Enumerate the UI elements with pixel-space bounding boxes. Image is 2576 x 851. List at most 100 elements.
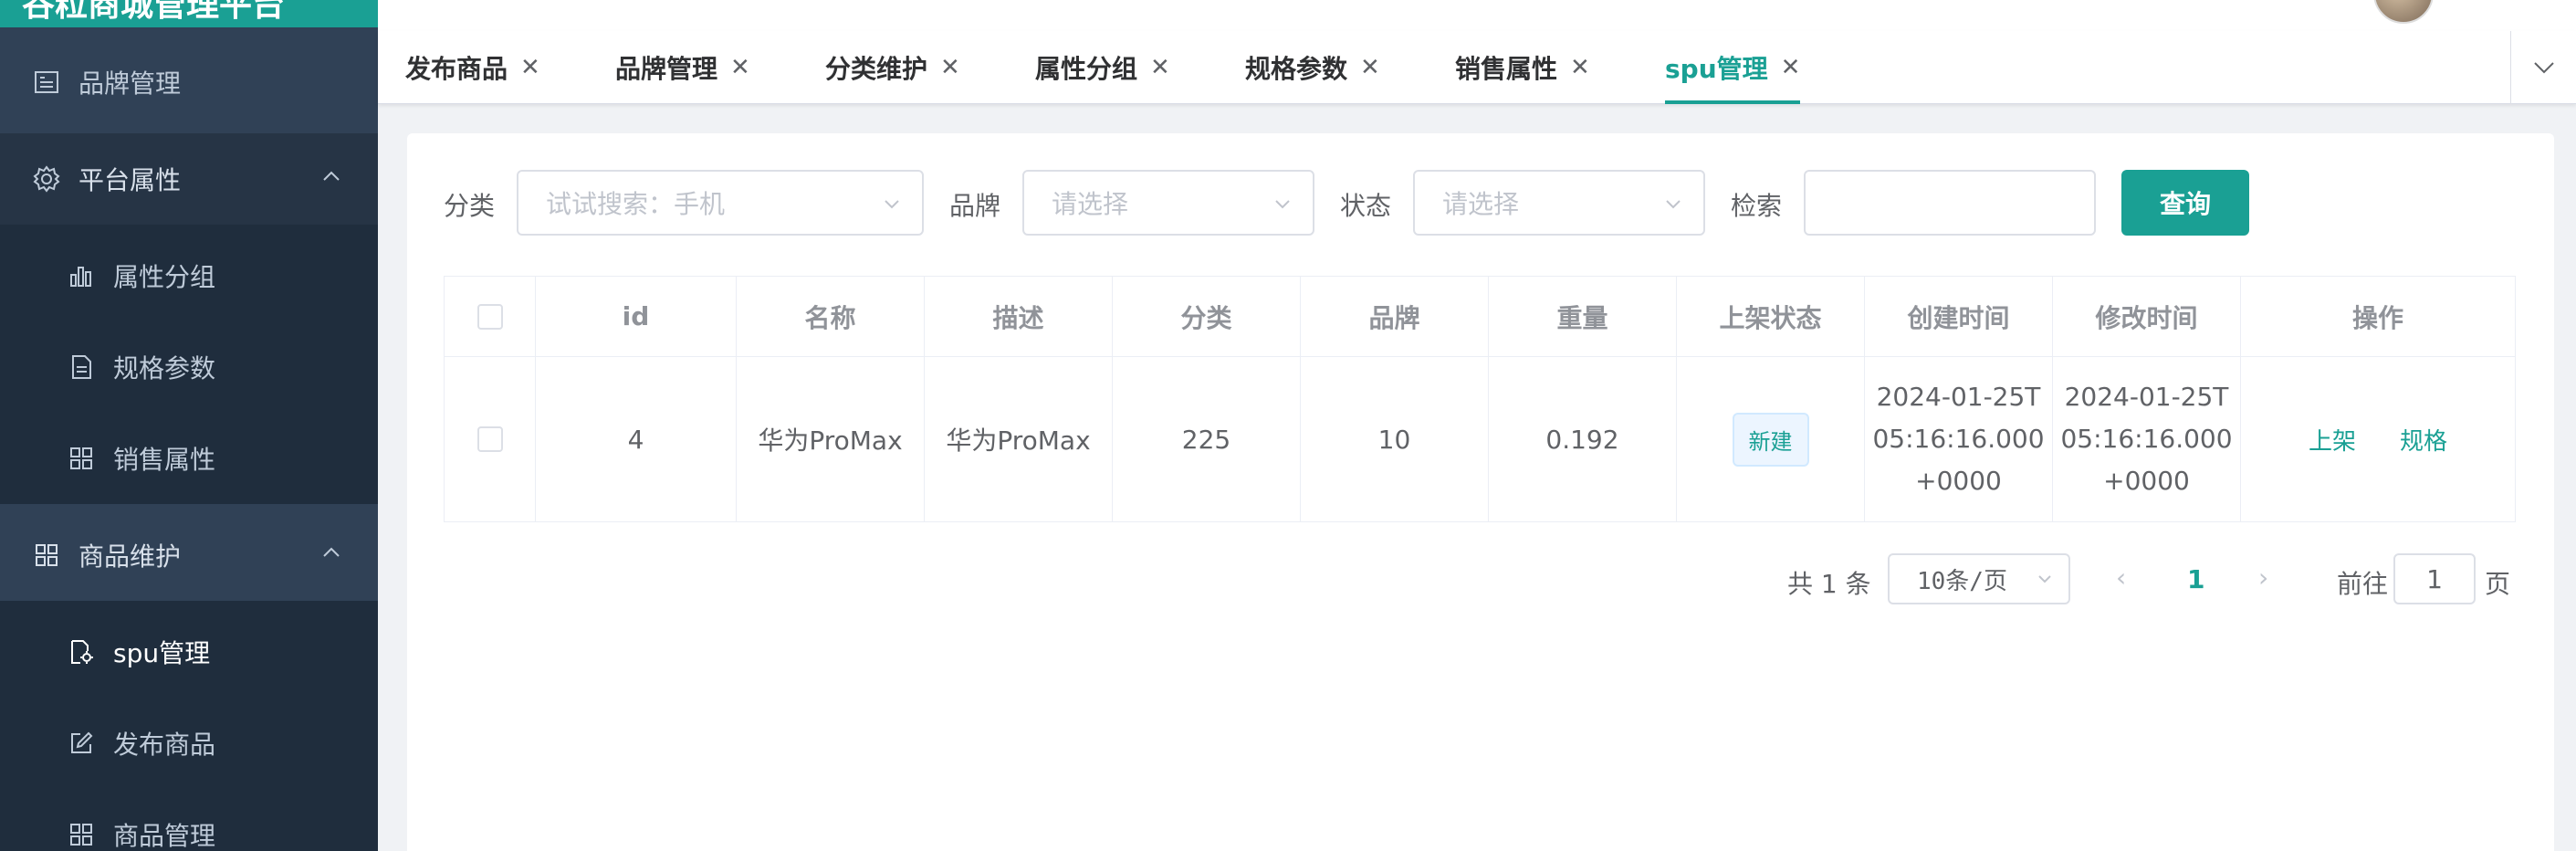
tab-spec-params[interactable]: 规格参数 ✕ [1245, 31, 1380, 104]
close-icon[interactable]: ✕ [1570, 54, 1590, 81]
column-header[interactable]: 上架状态 [1677, 277, 1865, 357]
cell-weight: 0.192 [1489, 357, 1677, 521]
sidebar-item-label: 平台属性 [79, 165, 182, 195]
select-all-checkbox[interactable] [476, 303, 503, 330]
column-header: 操作 [2241, 277, 2515, 357]
page-size-value: 10条/页 [1917, 567, 2007, 595]
cell-id: 4 [536, 357, 737, 521]
chevron-down-icon [2533, 62, 2554, 74]
cell-brand: 10 [1301, 357, 1489, 521]
chevron-down-icon [1666, 200, 1681, 209]
status-badge: 新建 [1732, 412, 1809, 467]
header-select-all [445, 277, 536, 357]
brand-icon [31, 67, 62, 98]
row-checkbox[interactable] [476, 426, 503, 452]
close-icon[interactable]: ✕ [940, 54, 960, 81]
tags-view: 发布商品 ✕ 品牌管理 ✕ 分类维护 ✕ 属性分组 ✕ 规格参数 ✕ 销售属性 … [378, 31, 2576, 104]
sidebar-item-product-maint[interactable]: 商品维护 [0, 510, 378, 601]
tab-label: 发布商品 [405, 54, 508, 84]
brand-select[interactable]: 请选择 [1022, 170, 1314, 236]
tabs-dropdown-button[interactable] [2510, 31, 2576, 104]
query-button[interactable]: 查询 [2121, 170, 2249, 236]
brand-bar: 谷粒商城管理平台 [0, 0, 378, 27]
chevron-up-icon [323, 547, 340, 557]
sidebar-item-label: 属性分组 [113, 262, 216, 292]
cell-modified: 2024-01-25T 05:16:16.000 +0000 [2053, 357, 2241, 521]
close-icon[interactable]: ✕ [730, 54, 750, 81]
tab-label: 属性分组 [1035, 54, 1138, 84]
cell-name: 华为ProMax [737, 357, 925, 521]
cell-created: 2024-01-25T 05:16:16.000 +0000 [1865, 357, 2053, 521]
tab-sales-attr[interactable]: 销售属性 ✕ [1455, 31, 1590, 104]
sidebar-item-sales-attr[interactable]: 销售属性 [0, 413, 378, 504]
tab-category-maint[interactable]: 分类维护 ✕ [825, 31, 960, 104]
status-label: 状态 [1340, 191, 1392, 221]
spu-table: id 名称 描述 分类 品牌 重量 上架状态 创建时间 修改时间 操作 4 华为… [444, 276, 2516, 522]
column-header[interactable]: 名称 [737, 277, 925, 357]
grid-icon [31, 540, 62, 571]
sidebar-item-spec-params[interactable]: 规格参数 [0, 321, 378, 413]
close-icon[interactable]: ✕ [520, 54, 540, 81]
page-size-select[interactable]: 10条/页 [1888, 553, 2070, 604]
sidebar-item-brand[interactable]: 品牌管理 [0, 37, 378, 128]
sidebar-item-platform-attr[interactable]: 平台属性 [0, 133, 378, 225]
tab-label: 品牌管理 [615, 54, 718, 84]
cell-actions: 上架 规格 [2241, 357, 2515, 521]
column-header[interactable]: 重量 [1489, 277, 1677, 357]
sidebar-item-label: 商品管理 [113, 821, 216, 851]
tab-attr-group[interactable]: 属性分组 ✕ [1035, 31, 1170, 104]
column-header[interactable]: 创建时间 [1865, 277, 2053, 357]
close-icon[interactable]: ✕ [1360, 54, 1380, 81]
next-page-icon[interactable]: › [2258, 562, 2268, 593]
sidebar-item-label: 品牌管理 [79, 68, 182, 99]
shelve-link[interactable]: 上架 [2309, 423, 2356, 457]
sidebar-item-label: spu管理 [113, 638, 211, 668]
cell-desc: 华为ProMax [925, 357, 1113, 521]
sidebar-item-label: 销售属性 [113, 445, 216, 475]
document-icon [66, 352, 97, 383]
cell-category: 225 [1113, 357, 1301, 521]
sidebar-item-product-mgmt[interactable]: 商品管理 [0, 789, 378, 851]
prev-page-icon[interactable]: ‹ [2116, 562, 2126, 593]
search-input[interactable] [1804, 170, 2096, 236]
column-header[interactable]: 描述 [925, 277, 1113, 357]
tab-label: 规格参数 [1245, 54, 1348, 84]
row-select-cell [445, 357, 536, 521]
grid-icon [66, 443, 97, 474]
category-placeholder: 试试搜索：手机 [546, 189, 726, 219]
column-header[interactable]: 分类 [1113, 277, 1301, 357]
tab-publish-product[interactable]: 发布商品 ✕ [405, 31, 540, 104]
tab-brand-mgmt[interactable]: 品牌管理 ✕ [615, 31, 750, 104]
sidebar-item-spu[interactable]: spu管理 [0, 606, 378, 698]
category-select[interactable]: 试试搜索：手机 [517, 170, 924, 236]
spu-icon [66, 636, 97, 667]
chevron-down-icon [1275, 200, 1290, 209]
chevron-down-icon [2038, 575, 2051, 583]
gear-icon [31, 163, 62, 194]
sidebar-item-publish[interactable]: 发布商品 [0, 698, 378, 789]
close-icon[interactable]: ✕ [1150, 54, 1170, 81]
spec-link[interactable]: 规格 [2400, 423, 2447, 457]
sidebar-item-attr-group[interactable]: 属性分组 [0, 230, 378, 321]
app-title: 谷粒商城管理平台 [22, 0, 286, 24]
brand-label: 品牌 [949, 191, 1001, 221]
tab-label: 分类维护 [825, 54, 928, 84]
tab-label: 销售属性 [1455, 54, 1558, 84]
column-header[interactable]: 修改时间 [2053, 277, 2241, 357]
tab-spu-mgmt[interactable]: spu管理 ✕ [1665, 31, 1801, 104]
column-header[interactable]: 品牌 [1301, 277, 1489, 357]
goto-label: 前往 [2337, 569, 2389, 599]
close-icon[interactable]: ✕ [1781, 54, 1801, 81]
current-page[interactable]: 1 [2187, 564, 2204, 594]
sidebar: 谷粒商城管理平台 品牌管理 平台属性 属性分组 规格参数 销售属性 商品维护 s… [0, 0, 378, 851]
cell-status: 新建 [1677, 357, 1865, 521]
category-label: 分类 [444, 191, 496, 221]
grid-icon [66, 819, 97, 850]
sidebar-item-label: 发布商品 [113, 730, 216, 760]
column-header[interactable]: id [536, 277, 737, 357]
sidebar-item-label: 商品维护 [79, 541, 182, 572]
goto-page-input[interactable]: 1 [2393, 553, 2476, 604]
sidebar-item-label: 规格参数 [113, 353, 216, 383]
status-select[interactable]: 请选择 [1413, 170, 1705, 236]
top-navbar [378, 0, 2576, 31]
